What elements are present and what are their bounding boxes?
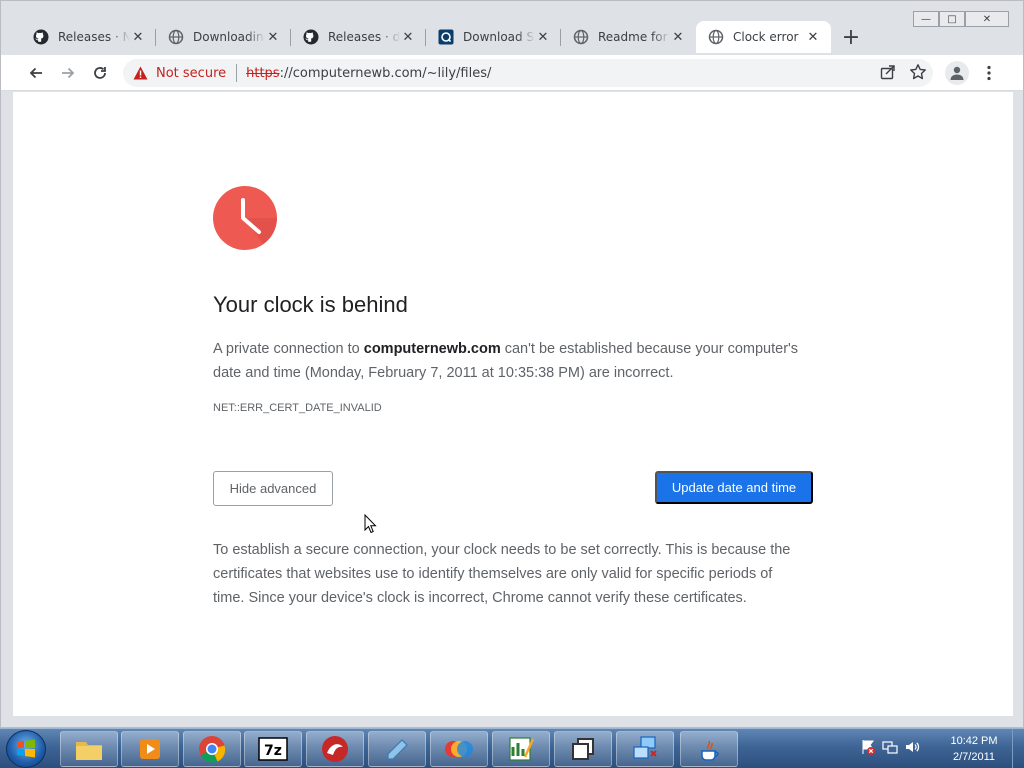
avatar-icon <box>950 66 964 80</box>
maximize-button[interactable]: □ <box>939 11 965 27</box>
share-icon[interactable] <box>879 63 897 81</box>
tab-readme[interactable]: Readme for ✕ <box>561 21 696 53</box>
globe-icon <box>708 29 724 45</box>
paint-icon <box>445 741 473 757</box>
reload-button[interactable] <box>88 61 112 85</box>
url-scheme: https <box>246 65 280 81</box>
network-tool-icon <box>633 736 657 759</box>
advanced-explanation: To establish a secure connection, your c… <box>213 542 791 606</box>
browser-window: — □ ✕ Releases · Na ✕ Downloading ✕ <box>0 0 1024 728</box>
network-icon[interactable] <box>882 739 898 755</box>
svg-text:7z: 7z <box>264 743 282 759</box>
volume-icon[interactable] <box>904 739 920 755</box>
tab-title: Readme for <box>598 30 668 44</box>
description-lead: A private connection to <box>213 341 364 357</box>
taskbar-notepad[interactable] <box>368 731 426 767</box>
more-vert-icon <box>987 65 991 81</box>
url-path: ://computernewb.com/~lily/files/ <box>279 65 492 81</box>
clock-date: 2/7/2011 <box>952 751 995 763</box>
omnibox-divider <box>236 64 238 82</box>
chart-icon <box>509 737 535 761</box>
start-button[interactable] <box>6 730 46 768</box>
tab-download-st[interactable]: Download St ✕ <box>426 21 561 53</box>
window-controls: — □ ✕ <box>913 11 1009 27</box>
tab-releases-2[interactable]: Releases · dn ✕ <box>291 21 426 53</box>
taskbar-chrome[interactable] <box>183 731 241 767</box>
mouse-cursor-icon <box>364 514 377 534</box>
taskbar-media-player[interactable] <box>121 731 179 767</box>
browser-toolbar: Not secure https://computernewb.com/~lil… <box>1 55 1023 91</box>
globe-icon <box>573 29 589 45</box>
tab-close-icon[interactable]: ✕ <box>400 29 416 45</box>
minimize-button[interactable]: — <box>913 11 939 27</box>
forward-button[interactable] <box>56 61 80 85</box>
notepad-icon <box>387 739 408 760</box>
clock-icon <box>213 186 277 250</box>
security-indicator[interactable]: Not secure <box>133 66 226 81</box>
file-explorer-icon <box>76 742 102 760</box>
tab-strip: — □ ✕ Releases · Na ✕ Downloading ✕ <box>1 1 1023 55</box>
new-tab-button[interactable]: + <box>837 25 865 50</box>
error-code[interactable]: NET::ERR_CERT_DATE_INVALID <box>213 402 382 414</box>
windows-taskbar: 7z 10:42 PM 2/7/2011 <box>0 728 1024 768</box>
taskbar-chart-app[interactable] <box>492 731 550 767</box>
hide-advanced-button[interactable]: Hide advanced <box>213 471 333 506</box>
tab-clock-error[interactable]: Clock error ✕ <box>696 21 831 53</box>
tab-title: Downloading <box>193 30 265 44</box>
7zip-icon: 7z <box>258 737 288 761</box>
warning-icon <box>133 66 148 80</box>
java-icon <box>701 740 719 761</box>
windows-logo-icon <box>17 739 35 758</box>
taskbar-7zip[interactable]: 7z <box>244 731 302 767</box>
tab-title: Clock error <box>733 30 799 44</box>
tab-close-icon[interactable]: ✕ <box>670 29 686 45</box>
taskbar-network-tool[interactable] <box>616 731 674 767</box>
omnibox-actions <box>879 63 927 81</box>
action-center-icon[interactable] <box>860 739 876 755</box>
app-red-icon <box>322 736 348 762</box>
chrome-icon <box>199 736 226 763</box>
tab-close-icon[interactable]: ✕ <box>805 29 821 45</box>
reload-icon <box>94 67 106 79</box>
tab-title: Releases · Na <box>58 30 130 44</box>
taskbar-java[interactable] <box>680 731 738 767</box>
taskbar-explorer[interactable] <box>60 731 118 767</box>
github-icon <box>303 29 319 45</box>
tab-downloading[interactable]: Downloading ✕ <box>156 21 291 53</box>
taskbar-clock[interactable]: 10:42 PM 2/7/2011 <box>940 733 1008 765</box>
window-switcher-icon <box>572 738 594 760</box>
taskbar-app-red[interactable] <box>306 731 364 767</box>
github-icon <box>33 29 49 45</box>
close-window-button[interactable]: ✕ <box>965 11 1009 27</box>
tab-close-icon[interactable]: ✕ <box>130 29 146 45</box>
system-tray <box>860 739 920 755</box>
tab-close-icon[interactable]: ✕ <box>265 29 281 45</box>
bookmark-star-icon[interactable] <box>909 63 927 81</box>
error-description: A private connection to computernewb.com… <box>213 337 803 385</box>
clock-time: 10:42 PM <box>950 735 998 747</box>
show-desktop-button[interactable] <box>1012 729 1024 768</box>
tabs: Releases · Na ✕ Downloading ✕ Releases ·… <box>21 21 831 53</box>
back-button[interactable] <box>24 61 48 85</box>
back-arrow-icon <box>29 67 42 79</box>
taskbar-window-switcher[interactable] <box>554 731 612 767</box>
url-text[interactable]: https://computernewb.com/~lily/files/ <box>246 66 491 81</box>
tab-title: Download St <box>463 30 535 44</box>
profile-button[interactable] <box>945 61 969 85</box>
tab-releases-1[interactable]: Releases · Na ✕ <box>21 21 156 53</box>
taskbar-paint[interactable] <box>430 731 488 767</box>
tab-title: Releases · dn <box>328 30 400 44</box>
globe-icon <box>168 29 184 45</box>
address-bar[interactable]: Not secure https://computernewb.com/~lil… <box>123 59 933 87</box>
security-label: Not secure <box>156 65 227 81</box>
interstitial-page: Your clock is behind A private connectio… <box>13 92 1013 716</box>
domain-name: computernewb.com <box>363 341 501 357</box>
update-date-time-button[interactable]: Update date and time <box>655 471 813 504</box>
menu-button[interactable] <box>979 61 999 85</box>
tab-close-icon[interactable]: ✕ <box>535 29 551 45</box>
app-icon <box>438 29 454 45</box>
page-title: Your clock is behind <box>213 292 408 317</box>
media-player-icon <box>140 739 160 759</box>
forward-arrow-icon <box>62 67 75 79</box>
